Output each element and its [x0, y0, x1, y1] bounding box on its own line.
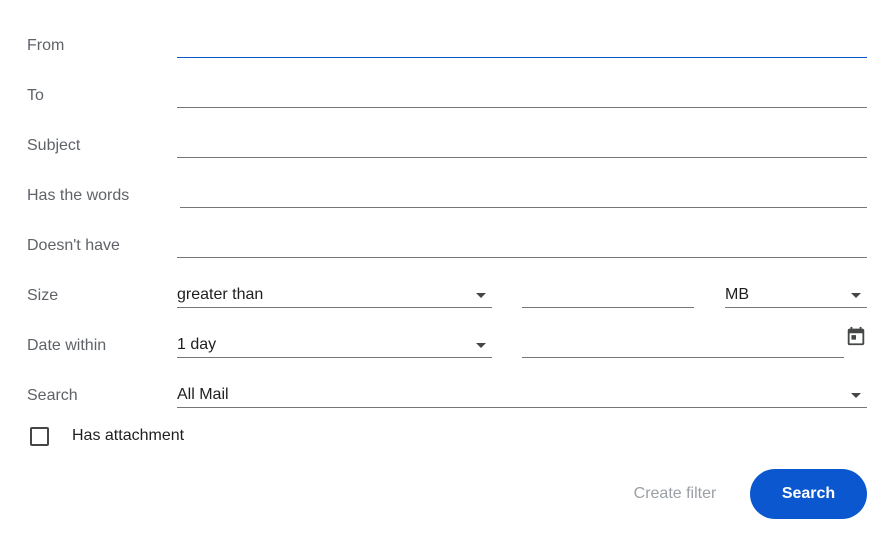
date-field-wrapper — [522, 332, 844, 358]
size-label: Size — [27, 287, 59, 304]
chevron-down-icon — [851, 393, 861, 398]
has-words-input[interactable] — [180, 182, 867, 207]
chevron-down-icon — [851, 293, 861, 298]
date-within-row: Date within 1 day — [0, 310, 891, 360]
has-words-row: Has the words — [0, 160, 891, 210]
search-scope-select[interactable]: All Mail — [177, 382, 867, 408]
to-field-wrapper — [177, 82, 867, 108]
search-scope-row: Search All Mail — [0, 360, 891, 410]
size-amount-input[interactable] — [522, 282, 694, 307]
size-row: Size greater than MB — [0, 260, 891, 310]
from-field-wrapper — [177, 32, 867, 58]
size-comparator-value: greater than — [177, 286, 264, 303]
search-scope-value: All Mail — [177, 386, 229, 403]
chevron-down-icon — [476, 343, 486, 348]
date-within-label: Date within — [27, 337, 107, 354]
search-button[interactable]: Search — [750, 469, 867, 519]
to-input[interactable] — [177, 82, 867, 107]
date-range-value: 1 day — [177, 336, 217, 353]
has-attachment-checkbox[interactable] — [30, 427, 49, 446]
to-row: To — [0, 60, 891, 110]
subject-row: Subject — [0, 110, 891, 160]
doesnt-have-input[interactable] — [177, 232, 867, 257]
create-filter-button[interactable]: Create filter — [614, 476, 736, 512]
size-unit-select[interactable]: MB — [725, 282, 867, 308]
size-unit-value: MB — [725, 286, 749, 303]
size-comparator-select[interactable]: greater than — [177, 282, 492, 308]
from-input[interactable] — [177, 32, 867, 57]
chevron-down-icon — [476, 293, 486, 298]
doesnt-have-field-wrapper — [177, 232, 867, 258]
from-row: From — [0, 10, 891, 60]
has-attachment-label[interactable]: Has attachment — [72, 426, 184, 446]
search-scope-label: Search — [27, 387, 78, 404]
has-words-field-wrapper — [180, 182, 867, 208]
subject-label: Subject — [27, 137, 81, 154]
date-input[interactable] — [522, 332, 844, 357]
from-label: From — [27, 37, 65, 54]
calendar-icon[interactable] — [845, 325, 867, 347]
to-label: To — [27, 87, 44, 104]
has-words-label: Has the words — [27, 187, 130, 204]
doesnt-have-label: Doesn't have — [27, 237, 120, 254]
subject-input[interactable] — [177, 132, 867, 157]
doesnt-have-row: Doesn't have — [0, 210, 891, 260]
subject-field-wrapper — [177, 132, 867, 158]
size-amount-field-wrapper — [522, 282, 694, 308]
date-range-select[interactable]: 1 day — [177, 332, 492, 358]
